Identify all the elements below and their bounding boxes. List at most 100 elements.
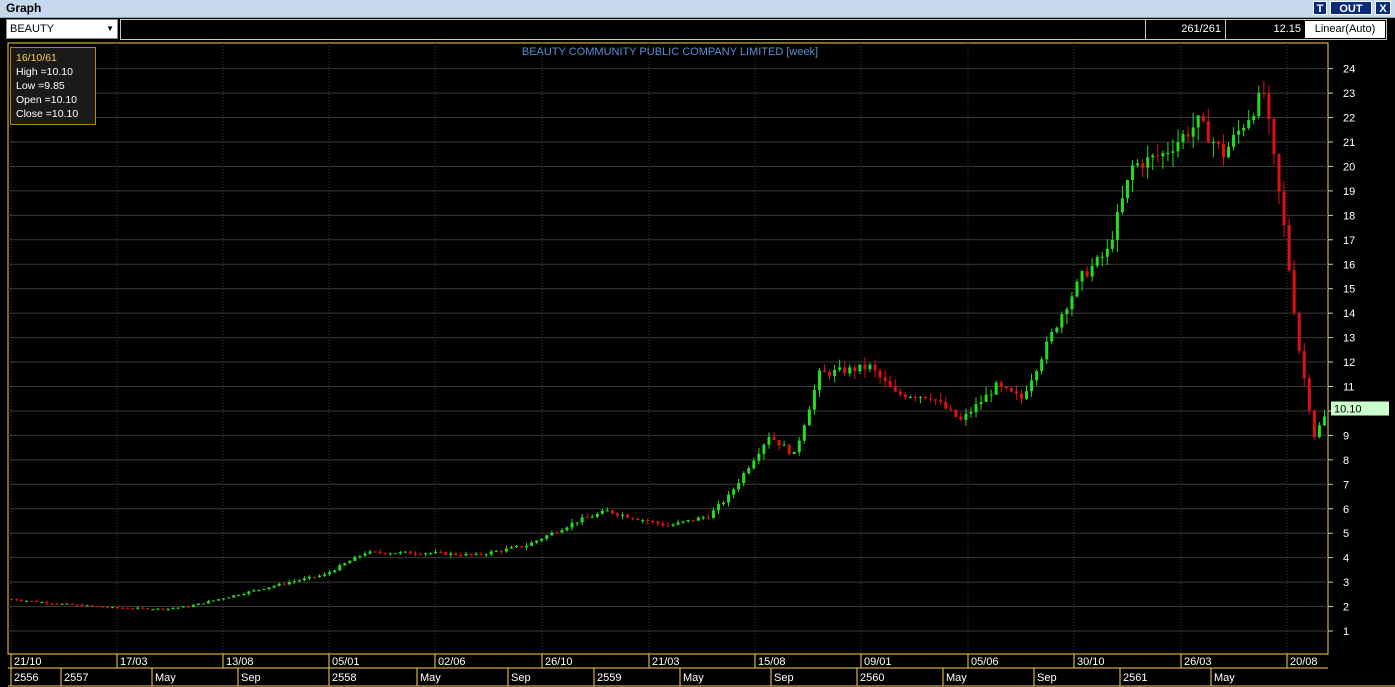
candle-body: [843, 367, 847, 374]
plot-frame: [7, 42, 1329, 655]
candle-body: [727, 494, 731, 503]
candle-body: [1009, 388, 1013, 392]
x-period-label: 2557: [64, 672, 88, 684]
candle-body: [1312, 410, 1316, 438]
candle-body: [610, 510, 614, 514]
candle-body: [1322, 416, 1326, 426]
candle-body: [292, 581, 296, 583]
x-period-label: Sep: [241, 672, 261, 684]
candle-body: [787, 444, 791, 455]
candle-body: [1045, 341, 1049, 360]
candle-body: [307, 576, 311, 579]
candle-body: [45, 602, 49, 604]
y-tick-label: 15: [1343, 284, 1355, 296]
candle-body: [1166, 152, 1170, 154]
candle-body: [722, 502, 726, 505]
candle-body: [287, 582, 291, 585]
candle-body: [1040, 359, 1044, 371]
candle-body: [176, 607, 180, 609]
candle-body: [242, 594, 246, 596]
candle-body: [262, 589, 266, 591]
y-tick-label: 14: [1343, 308, 1355, 320]
candle-body: [217, 599, 221, 601]
x-period-label: Sep: [774, 672, 794, 684]
candle-body: [898, 391, 902, 395]
candle-body: [105, 607, 109, 609]
candle-body: [883, 377, 887, 382]
candle-body: [413, 553, 417, 555]
tooltip-open: Open =10.10: [16, 94, 78, 106]
candle-body: [338, 565, 342, 571]
candle-body: [868, 364, 872, 370]
candle-body: [580, 517, 584, 523]
candle-body: [1070, 296, 1074, 310]
candle-body: [95, 606, 99, 608]
candle-body: [792, 451, 796, 455]
candle-body: [1110, 239, 1114, 249]
candle-body: [757, 453, 761, 461]
candle-body: [388, 553, 392, 555]
candle-body: [747, 468, 751, 474]
candle-body: [1115, 212, 1119, 240]
candle-body: [520, 546, 524, 548]
candle-body: [247, 591, 251, 595]
candle-body: [1262, 93, 1266, 95]
x-period-label: 2560: [860, 672, 884, 684]
candle-body: [742, 473, 746, 483]
candle-body: [1100, 256, 1104, 258]
candle-body: [1181, 134, 1185, 143]
candle-body: [282, 583, 286, 585]
y-tick-label: 21: [1343, 137, 1355, 149]
candle-body: [25, 600, 29, 602]
candle-body: [449, 553, 453, 556]
candle-body: [969, 412, 973, 414]
candle-body: [1257, 93, 1261, 117]
y-tick-label: 19: [1343, 186, 1355, 198]
price-chart[interactable]: 1234567891011121314151617181920212223242…: [0, 0, 1395, 687]
candle-body: [828, 372, 832, 376]
candle-body: [363, 553, 367, 556]
candle-body: [1247, 119, 1251, 128]
candle-body: [974, 404, 978, 413]
x-date-label: 05/01: [332, 656, 360, 668]
tooltip-high: High =10.10: [16, 66, 73, 78]
candle-body: [1105, 248, 1109, 257]
x-date-label: 02/06: [438, 656, 466, 668]
x-period-label: 2561: [1123, 672, 1147, 684]
candle-body: [459, 554, 463, 556]
x-date-label: 17/03: [120, 656, 148, 668]
candle-body: [590, 516, 594, 518]
candle-body: [595, 513, 599, 517]
candle-body: [641, 520, 645, 522]
candle-body: [1019, 393, 1023, 399]
candle-body: [1030, 380, 1034, 392]
candle-body: [1277, 154, 1281, 192]
candle-body: [1065, 309, 1069, 315]
candle-body: [918, 396, 922, 398]
candle-body: [378, 551, 382, 554]
candle-body: [1025, 391, 1029, 399]
x-date-label: 21/03: [652, 656, 680, 668]
candle-body: [732, 489, 736, 495]
candle-body: [873, 364, 877, 371]
candle-body: [1146, 157, 1150, 168]
candle-body: [444, 552, 448, 556]
candle-body: [368, 551, 372, 554]
candle-body: [499, 550, 503, 552]
candle-body: [1126, 179, 1130, 199]
candle-body: [110, 607, 114, 609]
candle-body: [838, 367, 842, 370]
candle-body: [343, 563, 347, 566]
candle-body: [383, 553, 387, 555]
candle-body: [1272, 118, 1276, 155]
candle-body: [994, 382, 998, 395]
candle-body: [661, 523, 665, 526]
candle-body: [1035, 370, 1039, 381]
y-tick-label: 8: [1343, 455, 1349, 467]
candle-body: [853, 367, 857, 372]
candle-body: [1050, 332, 1054, 342]
x-period-label: May: [946, 672, 967, 684]
candle-body: [186, 606, 190, 608]
candle-body: [146, 608, 150, 610]
candle-body: [924, 396, 928, 399]
